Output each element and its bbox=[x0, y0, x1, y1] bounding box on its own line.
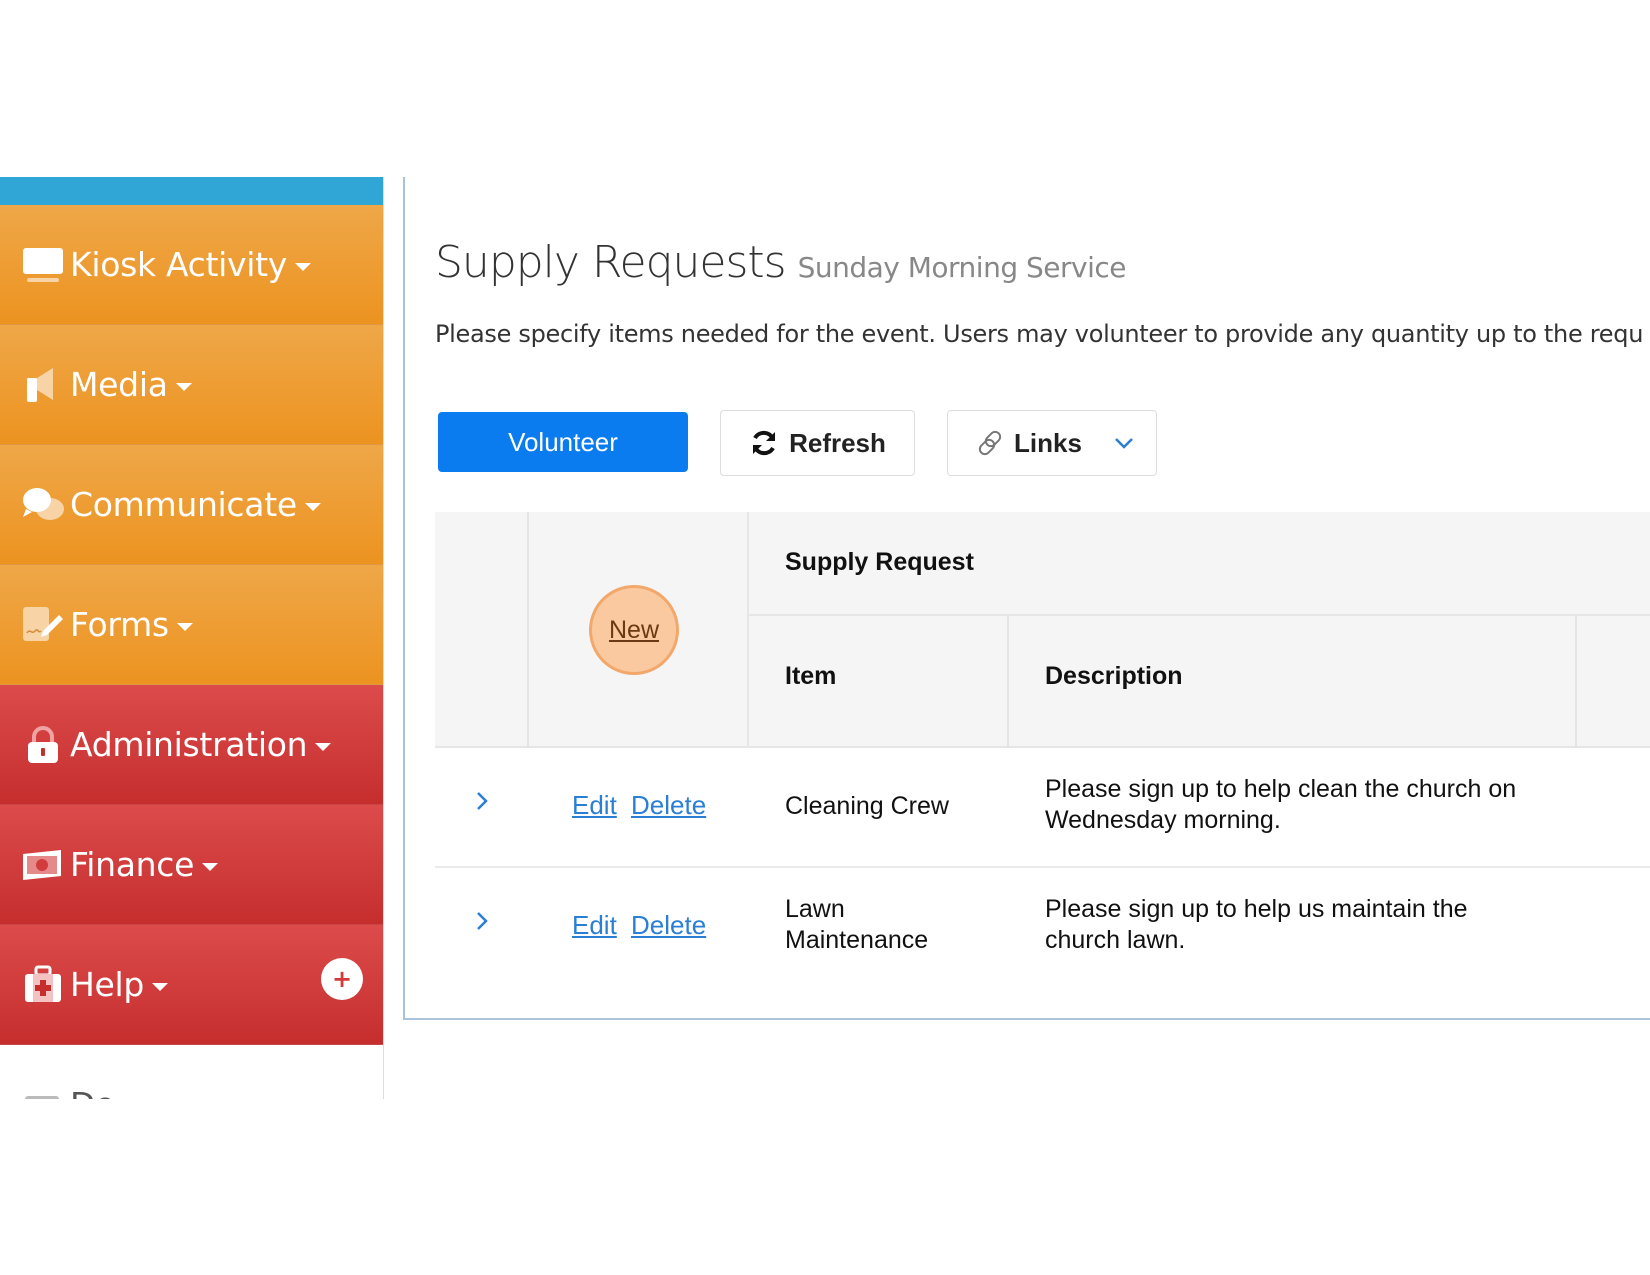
volunteer-button[interactable]: Volunteer bbox=[438, 412, 688, 472]
sidebar-item-finance[interactable]: Finance bbox=[0, 805, 383, 925]
links-dropdown-button[interactable]: Links bbox=[947, 410, 1157, 476]
column-header-description[interactable]: Description bbox=[1045, 662, 1183, 691]
table-row: Edit Delete Lawn Maintenance Please sign… bbox=[435, 868, 1650, 988]
delete-link[interactable]: Delete bbox=[631, 910, 706, 941]
sidebar-item-forms[interactable]: Forms bbox=[0, 565, 383, 685]
caret-down-icon bbox=[176, 622, 193, 631]
sidebar-top-bar bbox=[0, 177, 383, 205]
add-button[interactable]: + bbox=[321, 958, 363, 1000]
delete-link[interactable]: Delete bbox=[631, 790, 706, 821]
link-icon bbox=[976, 429, 1004, 457]
sidebar-item-label: Do... bbox=[70, 1085, 145, 1099]
toolbar: Volunteer Refresh Links bbox=[438, 410, 1157, 476]
new-button[interactable]: New bbox=[589, 585, 679, 675]
item-cell: Cleaning Crew bbox=[785, 792, 949, 820]
description-cell: Please sign up to help us maintain the c… bbox=[1045, 895, 1468, 954]
expand-row-chevron-icon[interactable] bbox=[475, 910, 489, 937]
refresh-button[interactable]: Refresh bbox=[720, 410, 915, 476]
refresh-icon bbox=[749, 428, 779, 458]
lock-icon bbox=[20, 725, 66, 765]
sidebar-item-label: Media bbox=[70, 365, 168, 404]
refresh-button-label: Refresh bbox=[789, 427, 886, 458]
sidebar-item-communicate[interactable]: Communicate bbox=[0, 445, 383, 565]
description-cell: Please sign up to help clean the church … bbox=[1045, 775, 1517, 834]
supply-request-table: New Supply Request Item Description Edit… bbox=[435, 512, 1650, 988]
sidebar-item-kiosk-activity[interactable]: Kiosk Activity bbox=[0, 205, 383, 325]
expand-row-chevron-icon[interactable] bbox=[475, 790, 489, 817]
caret-down-icon bbox=[152, 982, 169, 991]
page-title: Supply Requests bbox=[435, 237, 787, 288]
volunteer-button-label: Volunteer bbox=[508, 426, 618, 457]
sidebar-item-label: Communicate bbox=[70, 485, 297, 524]
intro-text: Please specify items needed for the even… bbox=[435, 320, 1644, 348]
sidebar-item-label: Finance bbox=[70, 845, 195, 884]
sidebar-item-administration[interactable]: Administration bbox=[0, 685, 383, 805]
caret-down-icon bbox=[175, 382, 192, 391]
column-divider bbox=[1575, 614, 1577, 746]
sidebar-item-media[interactable]: Media bbox=[0, 325, 383, 445]
edit-link[interactable]: Edit bbox=[572, 910, 617, 941]
caret-down-icon bbox=[315, 742, 332, 751]
chevron-down-icon bbox=[1114, 437, 1134, 449]
caret-down-icon bbox=[295, 262, 312, 271]
column-divider bbox=[747, 512, 749, 746]
column-divider bbox=[527, 512, 529, 746]
column-header-item[interactable]: Item bbox=[785, 662, 836, 691]
main-panel: Supply Requests Sunday Morning Service P… bbox=[403, 177, 1650, 1020]
sidebar: Kiosk Activity Media Communicate Forms A… bbox=[0, 177, 384, 1099]
sidebar-item-label: Help bbox=[70, 965, 145, 1004]
megaphone-icon bbox=[20, 365, 66, 405]
caret-down-icon bbox=[304, 502, 321, 511]
group-header-supply-request: Supply Request bbox=[785, 548, 974, 576]
caret-down-icon bbox=[202, 862, 219, 871]
document-icon bbox=[20, 1085, 66, 1099]
edit-link[interactable]: Edit bbox=[572, 790, 617, 821]
form-signature-icon bbox=[20, 605, 66, 645]
monitor-icon bbox=[20, 245, 66, 285]
sidebar-item-label: Kiosk Activity bbox=[70, 245, 288, 284]
table-row: Edit Delete Cleaning Crew Please sign up… bbox=[435, 748, 1650, 868]
table-header: New Supply Request Item Description bbox=[435, 512, 1650, 748]
header-divider bbox=[747, 614, 1650, 616]
links-button-label: Links bbox=[1014, 427, 1082, 458]
page-header: Supply Requests Sunday Morning Service bbox=[435, 237, 1126, 288]
first-aid-kit-icon bbox=[20, 965, 66, 1005]
sidebar-item-help[interactable]: Help + bbox=[0, 925, 383, 1045]
page-subtitle: Sunday Morning Service bbox=[797, 251, 1127, 284]
money-icon bbox=[20, 845, 66, 885]
column-divider bbox=[1007, 614, 1009, 746]
sidebar-item-label: Forms bbox=[70, 605, 169, 644]
sidebar-item-truncated[interactable]: Do... bbox=[0, 1045, 383, 1099]
chat-bubbles-icon bbox=[20, 485, 66, 525]
item-cell: Lawn Maintenance bbox=[785, 895, 929, 954]
sidebar-item-label: Administration bbox=[70, 725, 308, 764]
